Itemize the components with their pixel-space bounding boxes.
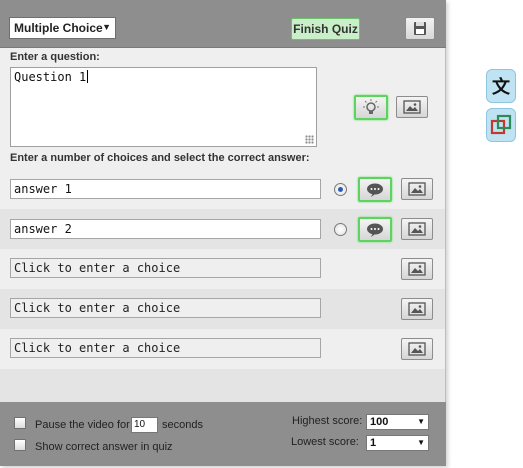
image-icon bbox=[403, 100, 421, 114]
choice-image-button[interactable] bbox=[401, 258, 433, 280]
speech-bubble-icon bbox=[367, 223, 383, 237]
choice-row: Click to enter a choice bbox=[0, 249, 445, 289]
question-type-select[interactable]: Multiple Choice ▼ bbox=[9, 17, 116, 39]
image-icon bbox=[408, 182, 426, 196]
chevron-down-icon: ▼ bbox=[102, 22, 111, 32]
question-textarea[interactable]: Question 1 bbox=[10, 67, 317, 147]
image-icon bbox=[408, 262, 426, 276]
lowest-score-value: 1 bbox=[370, 437, 377, 449]
translate-button[interactable]: 文 bbox=[486, 69, 516, 103]
question-text: Question 1 bbox=[14, 70, 87, 84]
highest-score-value: 100 bbox=[370, 416, 389, 428]
choice-image-button[interactable] bbox=[401, 338, 433, 360]
question-type-label: Multiple Choice bbox=[14, 21, 103, 35]
lightbulb-icon bbox=[363, 98, 379, 114]
resize-grip-icon[interactable] bbox=[305, 135, 314, 144]
question-image-button[interactable] bbox=[396, 96, 428, 118]
overlapping-squares-icon bbox=[490, 114, 512, 135]
choice-input[interactable]: answer 2 bbox=[10, 219, 321, 239]
correct-answer-radio[interactable] bbox=[334, 223, 347, 236]
choice-image-button[interactable] bbox=[401, 178, 433, 200]
choice-placeholder[interactable]: Click to enter a choice bbox=[10, 298, 321, 318]
text-cursor bbox=[87, 70, 89, 83]
speech-bubble-icon bbox=[367, 183, 383, 197]
image-icon bbox=[408, 222, 426, 236]
pause-label-before: Pause the video for bbox=[35, 419, 130, 431]
image-icon bbox=[408, 302, 426, 316]
finish-quiz-button[interactable]: Finish Quiz bbox=[291, 18, 360, 40]
settings-footer bbox=[0, 402, 446, 466]
pause-video-checkbox[interactable] bbox=[14, 417, 26, 429]
show-answer-checkbox[interactable] bbox=[14, 439, 26, 451]
show-answer-label: Show correct answer in quiz bbox=[35, 441, 173, 453]
choice-row: answer 1 bbox=[0, 169, 445, 209]
lowest-score-select[interactable]: 1 ▼ bbox=[366, 435, 429, 451]
hint-button[interactable] bbox=[354, 95, 388, 120]
question-label: Enter a question: bbox=[10, 51, 100, 63]
quiz-editor-panel: Multiple Choice ▼ Finish Quiz Enter a qu… bbox=[0, 0, 446, 466]
highest-score-select[interactable]: 100 ▼ bbox=[366, 414, 429, 430]
choice-row: Click to enter a choice bbox=[0, 329, 445, 369]
image-icon bbox=[408, 342, 426, 356]
chevron-down-icon: ▼ bbox=[417, 438, 425, 447]
pause-seconds-input[interactable]: 10 bbox=[131, 417, 158, 433]
choices-label: Enter a number of choices and select the… bbox=[10, 152, 310, 164]
pause-label-after: seconds bbox=[162, 419, 203, 431]
chevron-down-icon: ▼ bbox=[417, 417, 425, 426]
choice-input[interactable]: answer 1 bbox=[10, 179, 321, 199]
choice-row: answer 2 bbox=[0, 209, 445, 249]
choice-placeholder[interactable]: Click to enter a choice bbox=[10, 338, 321, 358]
floppy-disk-icon bbox=[414, 22, 426, 35]
save-button[interactable] bbox=[405, 17, 435, 40]
translate-icon: 文 bbox=[492, 77, 510, 98]
overlay-button[interactable] bbox=[486, 108, 516, 142]
empty-row bbox=[0, 369, 445, 402]
top-toolbar: Multiple Choice ▼ Finish Quiz bbox=[0, 0, 446, 48]
correct-answer-radio[interactable] bbox=[334, 183, 347, 196]
choice-row: Click to enter a choice bbox=[0, 289, 445, 329]
feedback-button[interactable] bbox=[358, 217, 392, 242]
choice-image-button[interactable] bbox=[401, 298, 433, 320]
highest-score-label: Highest score: bbox=[292, 415, 363, 427]
lowest-score-label: Lowest score: bbox=[291, 436, 359, 448]
feedback-button[interactable] bbox=[358, 177, 392, 202]
choice-image-button[interactable] bbox=[401, 218, 433, 240]
choice-placeholder[interactable]: Click to enter a choice bbox=[10, 258, 321, 278]
